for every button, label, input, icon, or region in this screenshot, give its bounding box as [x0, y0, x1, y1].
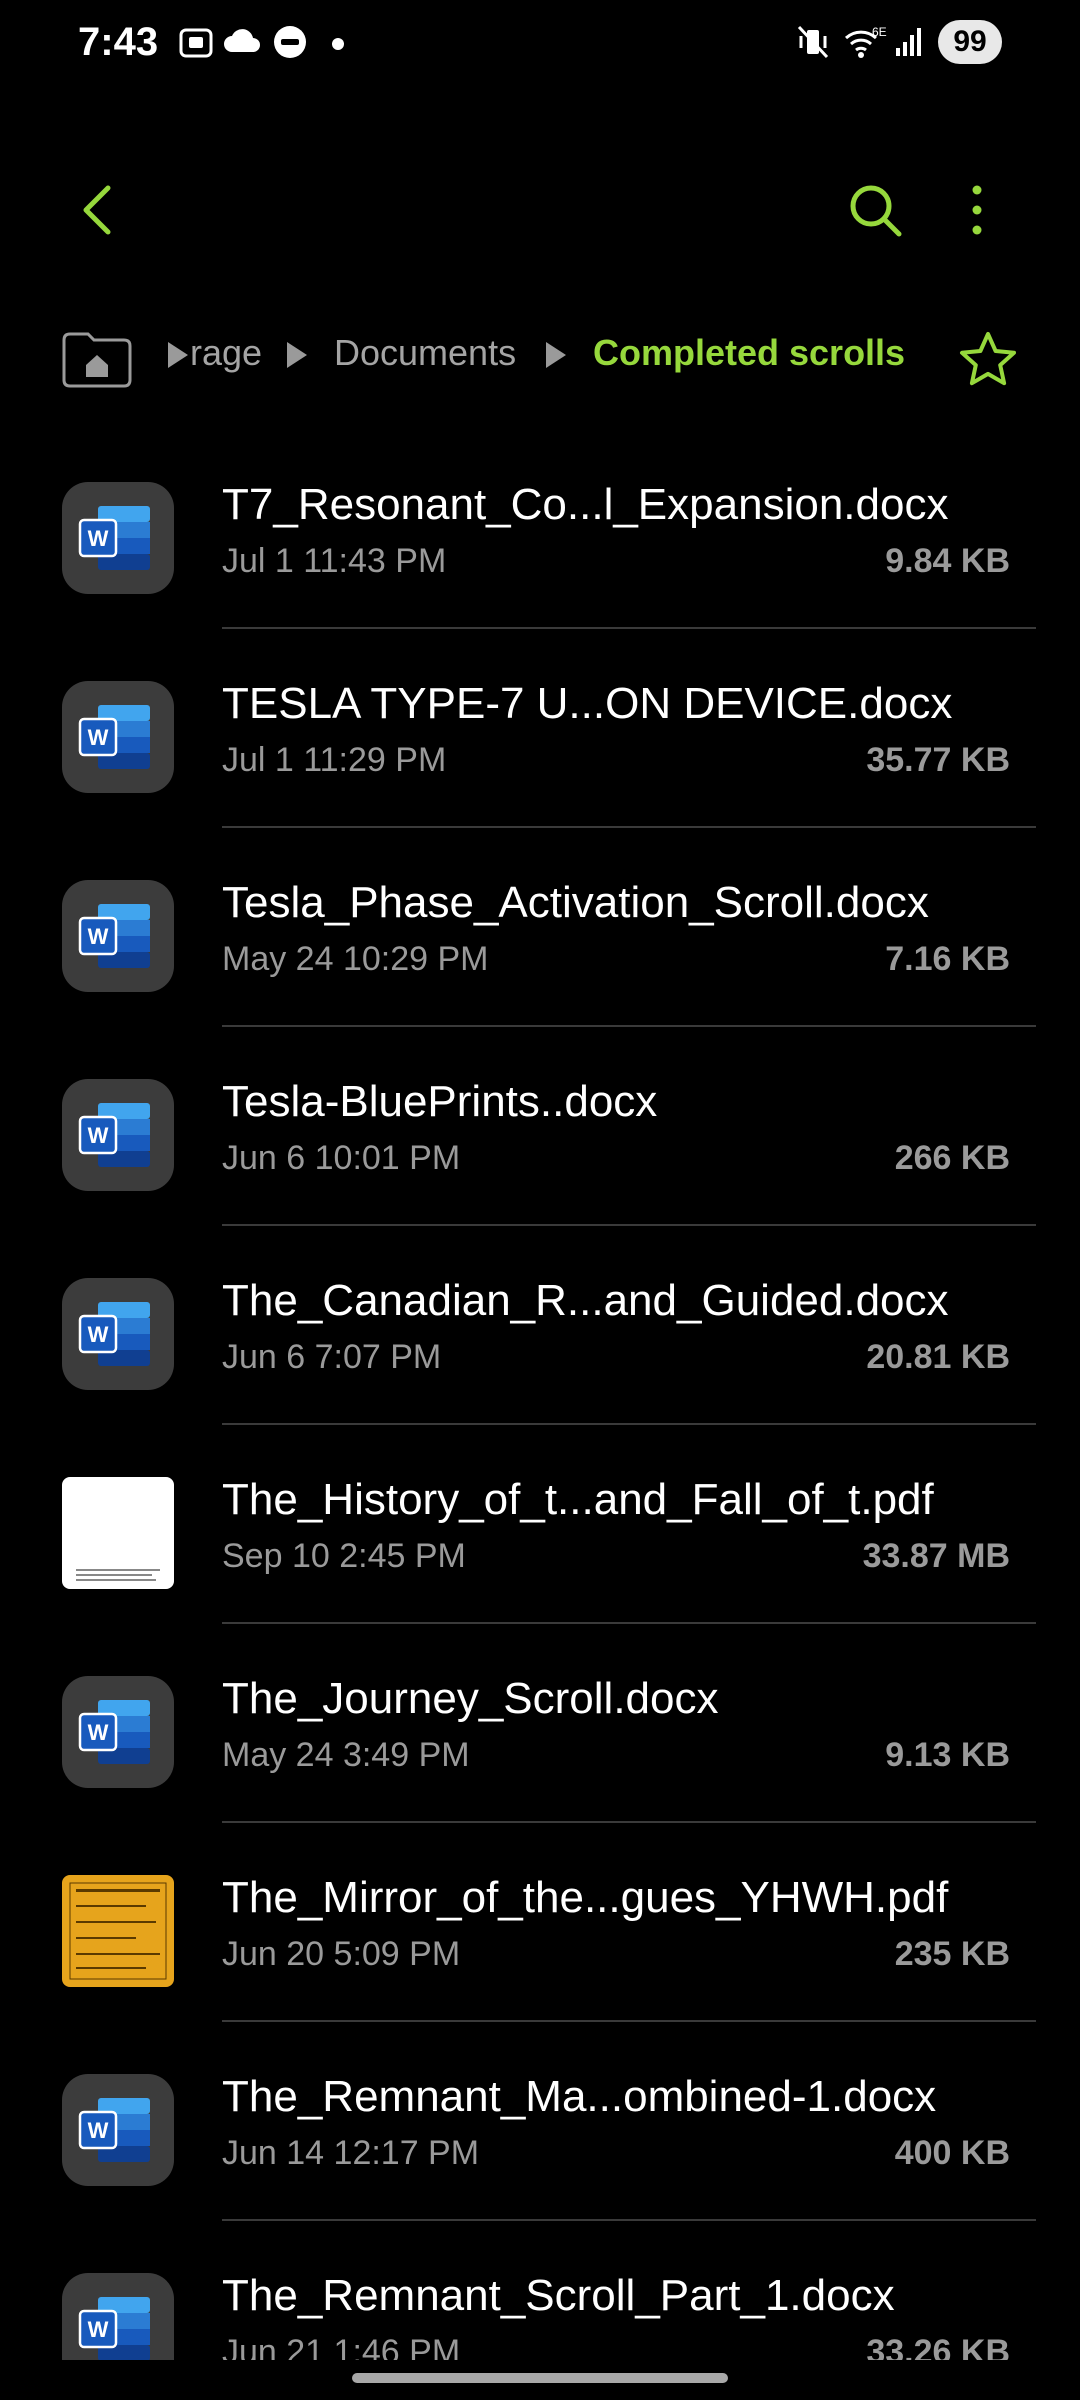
wifi-icon: 6E	[844, 25, 887, 58]
word-icon: W	[62, 2074, 174, 2186]
word-logo: W	[78, 705, 150, 769]
word-logo: W	[78, 1700, 150, 1764]
file-name: Tesla_Phase_Activation_Scroll.docx	[222, 878, 929, 927]
battery-indicator: 99	[938, 20, 1002, 64]
word-icon: W	[62, 880, 174, 992]
svg-text:W: W	[88, 1123, 109, 1148]
file-date: May 24 3:49 PM	[222, 1736, 470, 1774]
pdf-thumbnail	[62, 1875, 174, 1987]
list-item[interactable]: W Tesla-BluePrints..docx Jun 6 10:01 PM …	[0, 1027, 1080, 1226]
breadcrumb: rage Documents Completed scrolls	[0, 320, 1080, 400]
status-time: 7:43	[78, 20, 159, 64]
file-size: 20.81 KB	[866, 1338, 1010, 1376]
dot-icon	[332, 38, 344, 50]
file-list: W T7_Resonant_Co...l_Expansion.docx Jul …	[0, 430, 1080, 2360]
file-size: 35.77 KB	[866, 741, 1010, 779]
file-date: May 24 10:29 PM	[222, 940, 489, 978]
search-button[interactable]	[845, 180, 905, 240]
file-size: 266 KB	[894, 1139, 1010, 1177]
file-date: Jun 6 10:01 PM	[222, 1139, 461, 1177]
file-size: 7.16 KB	[885, 940, 1010, 978]
word-icon: W	[62, 1079, 174, 1191]
list-item[interactable]: W Tesla_Phase_Activation_Scroll.docx May…	[0, 828, 1080, 1027]
breadcrumb-item-current: Completed scrolls	[593, 332, 906, 373]
svg-text:W: W	[88, 1322, 109, 1347]
svg-text:W: W	[88, 924, 109, 949]
list-item[interactable]: W The_Remnant_Scroll_Part_1.docx Jun 21 …	[0, 2221, 1080, 2360]
home-storage-button[interactable]	[60, 328, 134, 388]
file-name: The_Canadian_R...and_Guided.docx	[222, 1276, 949, 1325]
file-date: Jun 20 5:09 PM	[222, 1935, 461, 1973]
list-item[interactable]: W The_Remnant_Ma...ombined-1.docx Jun 14…	[0, 2022, 1080, 2221]
status-bar: 7:43 6E 99	[0, 0, 1080, 90]
breadcrumb-item-documents[interactable]: Documents	[334, 332, 516, 374]
file-name: T7_Resonant_Co...l_Expansion.docx	[222, 480, 949, 529]
svg-text:W: W	[88, 526, 109, 551]
breadcrumb-item-storage[interactable]: rage	[190, 332, 262, 374]
file-name: The_Remnant_Ma...ombined-1.docx	[222, 2072, 937, 2121]
gesture-navigation-bar[interactable]	[352, 2373, 728, 2383]
breadcrumb-arrow-icon	[168, 342, 188, 368]
list-item[interactable]: The_Mirror_of_the...gues_YHWH.pdf Jun 20…	[0, 1823, 1080, 2022]
file-size: 33.87 MB	[862, 1537, 1010, 1575]
signal-icon	[896, 28, 921, 56]
breadcrumb-arrow-icon	[546, 342, 566, 368]
file-size: 400 KB	[894, 2134, 1010, 2172]
file-date: Jun 6 7:07 PM	[222, 1338, 442, 1376]
list-item[interactable]: W T7_Resonant_Co...l_Expansion.docx Jul …	[0, 430, 1080, 629]
list-item[interactable]: W TESLA TYPE-7 U...ON DEVICE.docx Jul 1 …	[0, 629, 1080, 828]
file-size: 9.13 KB	[885, 1736, 1010, 1774]
word-logo: W	[78, 1302, 150, 1366]
more-options-button[interactable]	[950, 180, 1000, 240]
file-date: Sep 10 2:45 PM	[222, 1537, 466, 1575]
word-logo: W	[78, 2297, 150, 2360]
cloud-icon	[224, 29, 260, 52]
word-logo: W	[78, 1103, 150, 1167]
file-name: The_Journey_Scroll.docx	[222, 1674, 719, 1723]
word-icon: W	[62, 1676, 174, 1788]
list-item[interactable]: W The_Canadian_R...and_Guided.docx Jun 6…	[0, 1226, 1080, 1425]
file-size: 9.84 KB	[885, 542, 1010, 580]
screenshot-icon	[179, 28, 213, 58]
word-icon: W	[62, 2273, 174, 2360]
file-name: TESLA TYPE-7 U...ON DEVICE.docx	[222, 679, 953, 728]
file-date: Jul 1 11:43 PM	[222, 542, 447, 580]
word-logo: W	[78, 506, 150, 570]
vibrate-mute-icon	[797, 25, 829, 59]
file-size: 33.26 KB	[866, 2333, 1010, 2360]
breadcrumb-arrow-icon	[287, 342, 307, 368]
file-name: Tesla-BluePrints..docx	[222, 1077, 658, 1126]
file-date: Jun 21 1:46 PM	[222, 2333, 461, 2360]
word-logo: W	[78, 2098, 150, 2162]
back-button[interactable]	[70, 180, 130, 240]
svg-text:W: W	[88, 1720, 109, 1745]
word-icon: W	[62, 1278, 174, 1390]
file-size: 235 KB	[894, 1935, 1010, 1973]
news-icon	[274, 26, 306, 58]
word-icon: W	[62, 681, 174, 793]
pdf-thumbnail	[62, 1477, 174, 1589]
file-name: The_History_of_t...and_Fall_of_t.pdf	[222, 1475, 934, 1524]
list-item[interactable]: The_History_of_t...and_Fall_of_t.pdf Sep…	[0, 1425, 1080, 1624]
svg-text:W: W	[88, 2118, 109, 2143]
svg-text:W: W	[88, 725, 109, 750]
word-icon: W	[62, 482, 174, 594]
file-date: Jul 1 11:29 PM	[222, 741, 447, 779]
word-logo: W	[78, 904, 150, 968]
svg-text:6E: 6E	[872, 25, 887, 39]
file-date: Jun 14 12:17 PM	[222, 2134, 480, 2172]
star-icon[interactable]	[956, 328, 1020, 392]
svg-text:W: W	[88, 2317, 109, 2342]
file-name: The_Mirror_of_the...gues_YHWH.pdf	[222, 1873, 949, 1922]
list-item[interactable]: W The_Journey_Scroll.docx May 24 3:49 PM…	[0, 1624, 1080, 1823]
file-name: The_Remnant_Scroll_Part_1.docx	[222, 2271, 895, 2320]
